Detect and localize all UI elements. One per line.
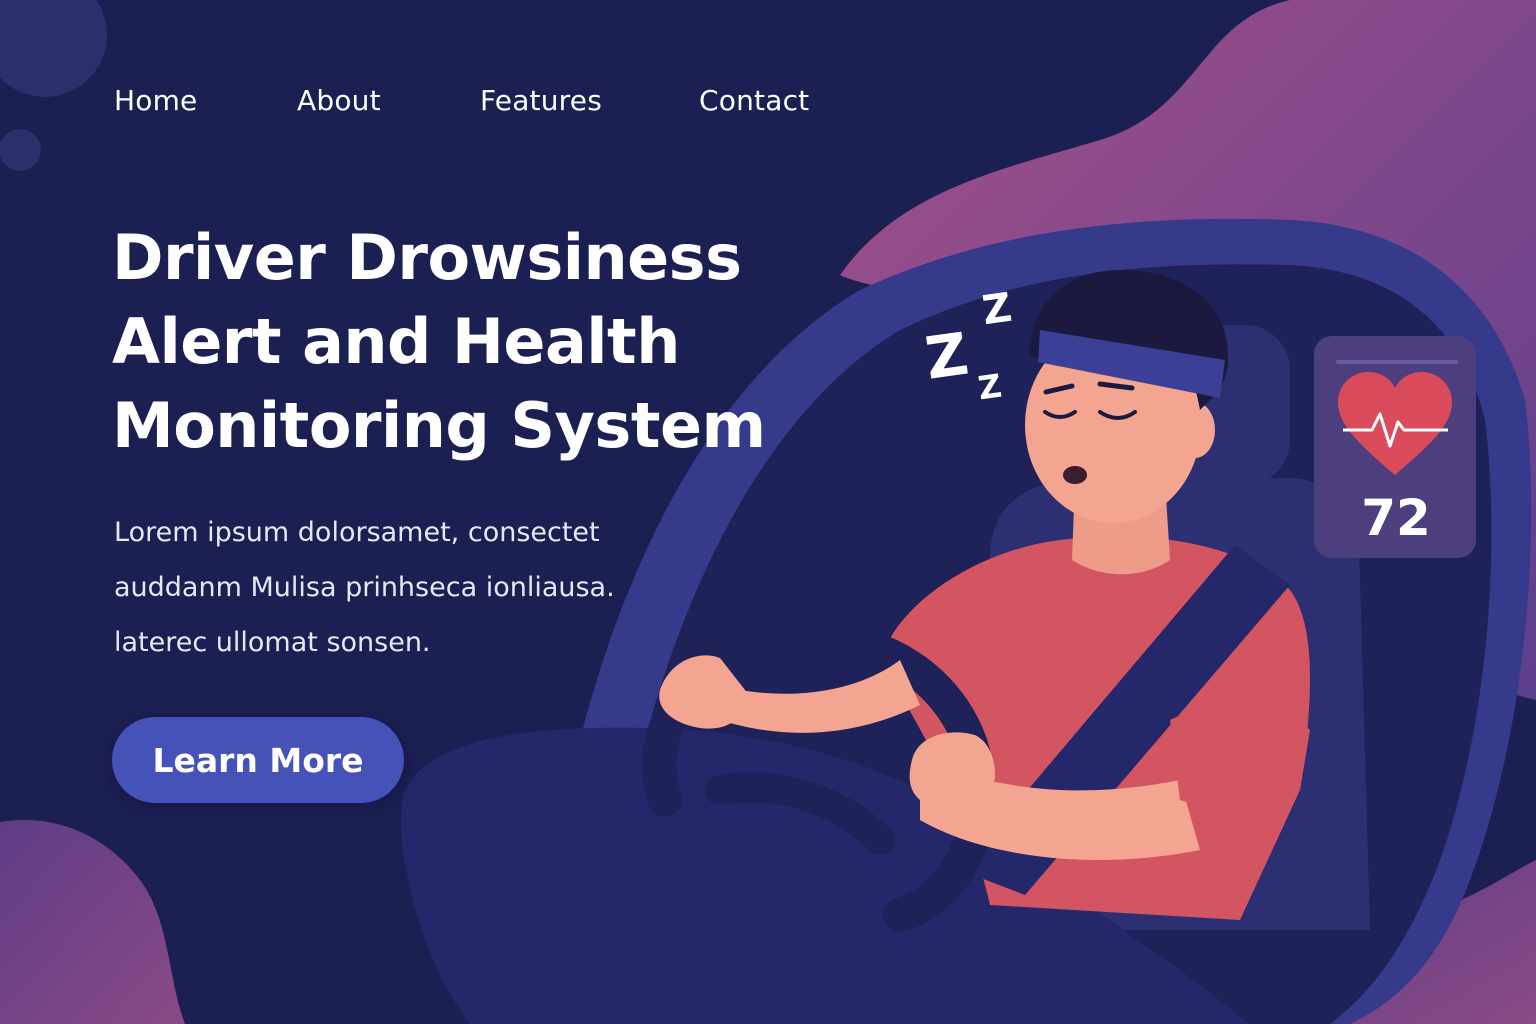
driver-mouth [1063, 466, 1087, 484]
hero-title-line: Driver Drowsiness [112, 221, 742, 294]
hero-description-line: laterec ullomat sonsen. [114, 627, 431, 658]
decor-blob-bottom-left [0, 819, 185, 1024]
learn-more-button[interactable]: Learn More [112, 717, 404, 803]
hero-title-line: Monitoring System [112, 389, 766, 462]
hero-title-line: Alert and Health [112, 305, 680, 378]
hero-description-line: auddanm Mulisa prinhseca ionliausa. [114, 572, 615, 603]
heart-rate-card: 72 [1314, 336, 1476, 558]
hero-title: Driver Drowsiness Alert and Health Monit… [112, 216, 772, 468]
nav-link-features[interactable]: Features [480, 84, 602, 117]
decor-circle-small [0, 129, 41, 171]
nav-link-home[interactable]: Home [114, 84, 198, 117]
driver-hand-right [909, 732, 995, 814]
landing-page: Z Z Z 72 Home About Features Contact Dri… [0, 0, 1536, 1024]
nav-link-about[interactable]: About [297, 84, 381, 117]
heart-rate-value: 72 [1361, 489, 1431, 547]
driver-ear [1175, 402, 1215, 458]
decor-circle-large [0, 0, 107, 97]
driver-sleeve-right [1170, 706, 1310, 807]
hero-description: Lorem ipsum dolorsamet, consectet auddan… [114, 505, 674, 670]
hero-description-line: Lorem ipsum dolorsamet, consectet [114, 517, 600, 548]
nav-link-contact[interactable]: Contact [699, 84, 809, 117]
